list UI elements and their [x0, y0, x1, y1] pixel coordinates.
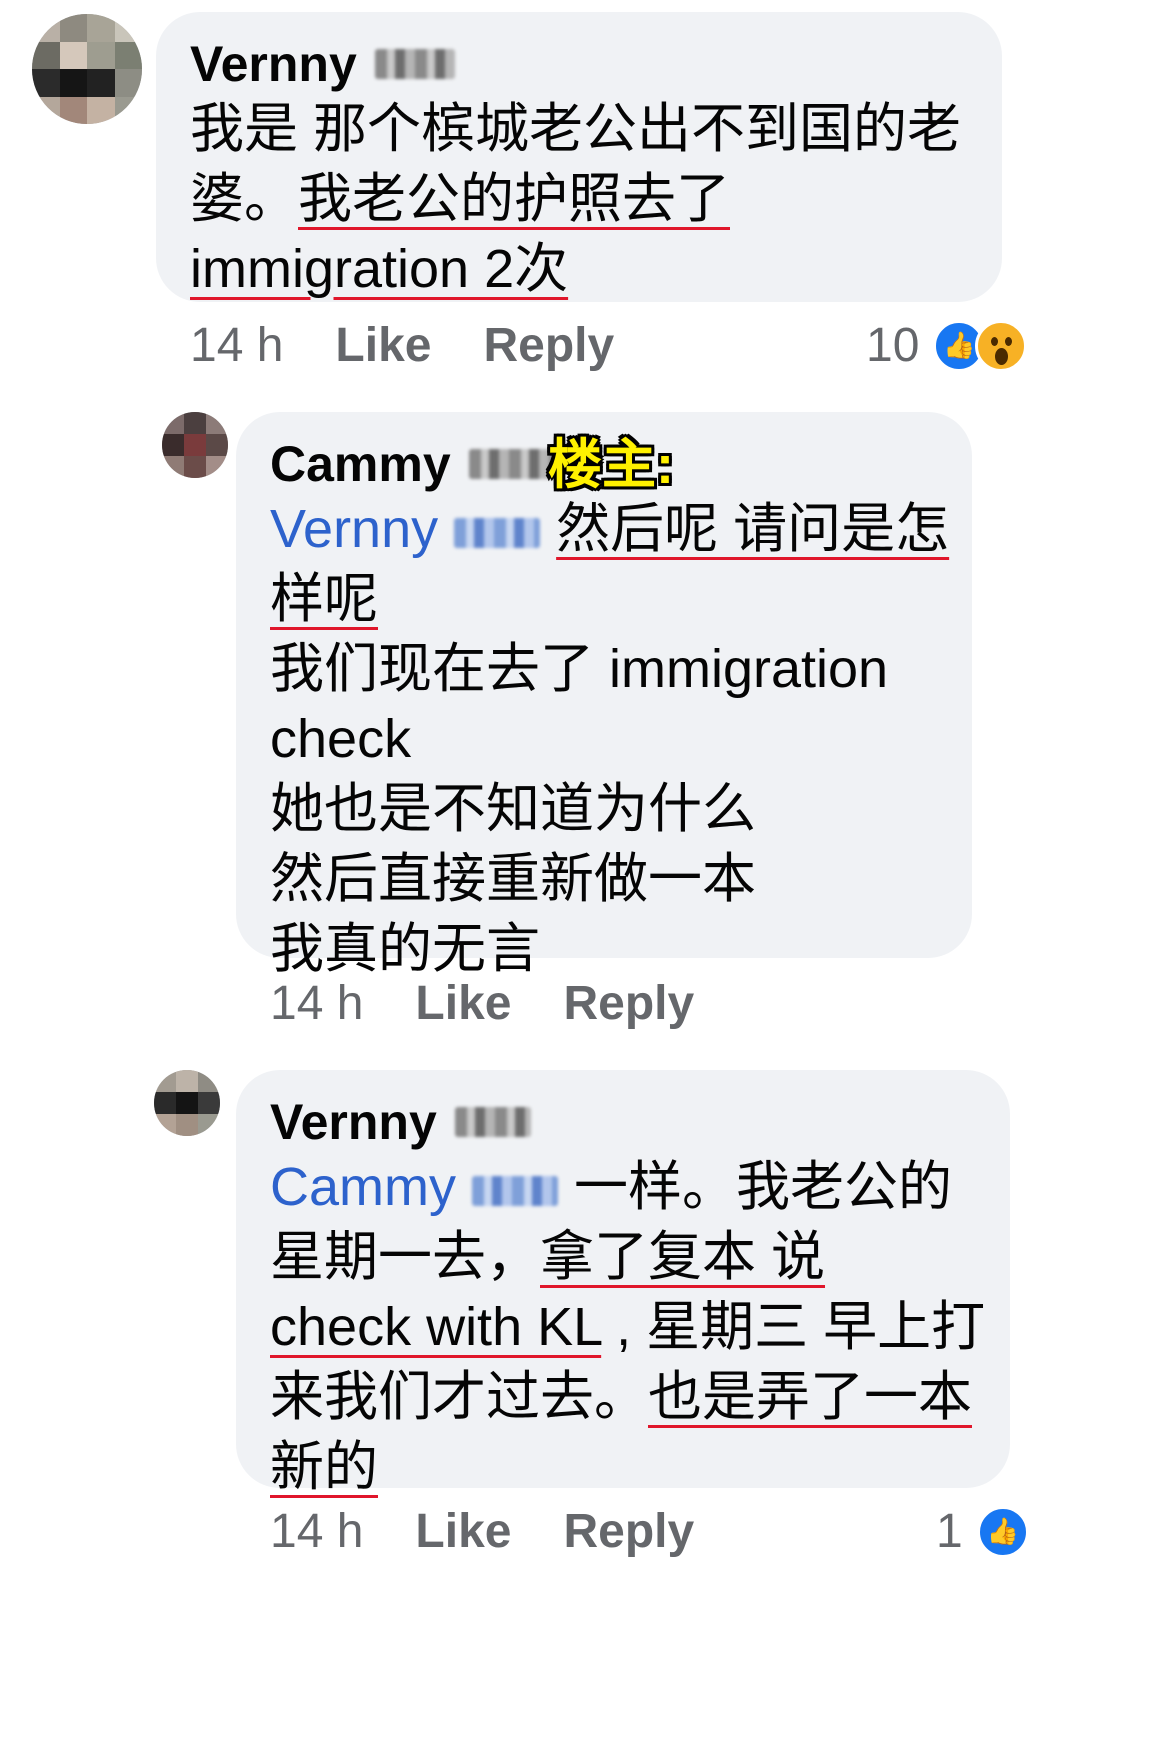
comment-actions: 14 h Like Reply: [190, 318, 666, 373]
avatar[interactable]: [162, 412, 228, 478]
text-segment: 星期一去，: [270, 1227, 540, 1287]
text-segment: 一样。我老公的: [574, 1157, 952, 1217]
redacted-surname: [374, 49, 455, 79]
comment-line: Vernny 然后呢 请问是怎: [270, 494, 972, 564]
comment-line: 样呢: [270, 564, 972, 634]
comment-text: Cammy 一样。我老公的 星期一去，拿了复本 说 check with KL , 星…: [270, 1152, 1010, 1502]
underlined-text: 我老公的护照去了: [298, 169, 730, 229]
underlined-text: 也是弄了一本: [648, 1367, 972, 1427]
text-segment: 我真的无言: [270, 919, 540, 979]
text-segment: 我们现在去了 immigration: [270, 639, 889, 699]
comment-line: check: [270, 704, 972, 774]
reaction-summary[interactable]: 10 👍: [866, 318, 1028, 373]
comment-text: Vernny 然后呢 请问是怎样呢我们现在去了 immigration check 她…: [270, 494, 972, 984]
underlined-text: check with KL: [270, 1297, 602, 1357]
reply-button[interactable]: Reply: [563, 1504, 694, 1559]
reaction-summary[interactable]: 1 👍: [936, 1504, 1029, 1559]
comment-line: 我是 那个槟城老公出不到国的老: [190, 94, 1002, 164]
comment-line: 然后直接重新做一本: [270, 844, 972, 914]
mention-link[interactable]: Vernny: [270, 499, 438, 559]
text-segment: 婆。: [190, 169, 298, 229]
like-button[interactable]: Like: [415, 976, 511, 1031]
comment-bubble: Vernny Cammy 一样。我老公的 星期一去，拿了复本 说 check with…: [236, 1070, 1010, 1497]
text-segment: 她也是不知道为什么: [270, 779, 756, 839]
comment-line: Cammy 一样。我老公的: [270, 1152, 1010, 1222]
underlined-text: 拿了复本 说: [540, 1227, 826, 1287]
comment-line: immigration 2次: [190, 234, 1002, 304]
text-segment: , 星期三 早上打: [601, 1297, 986, 1357]
comment-line: 我真的无言: [270, 914, 972, 984]
comment-line: 我们现在去了 immigration: [270, 634, 972, 704]
avatar[interactable]: [32, 14, 142, 124]
comment-timestamp[interactable]: 14 h: [270, 976, 363, 1031]
text-segment: 来我们才过去。: [270, 1367, 648, 1427]
like-button[interactable]: Like: [415, 1504, 511, 1559]
comment-timestamp[interactable]: 14 h: [270, 1504, 363, 1559]
redacted-mention-surname: [472, 1175, 558, 1206]
comment-actions: 14 h Like Reply: [270, 1504, 746, 1559]
comment-text: 我是 那个槟城老公出不到国的老 婆。我老公的护照去了 immigration 2次: [190, 94, 1002, 304]
like-button[interactable]: Like: [335, 318, 431, 373]
reaction-count: 10: [866, 319, 920, 372]
redacted-mention-surname: [454, 517, 541, 548]
underlined-text: 新的: [270, 1437, 378, 1497]
comment-line: 婆。我老公的护照去了: [190, 164, 1002, 234]
comment-timestamp[interactable]: 14 h: [190, 318, 283, 373]
comment-author[interactable]: Vernny: [190, 34, 1002, 94]
text-segment: 然后直接重新做一本: [270, 849, 756, 909]
reply-button[interactable]: Reply: [563, 976, 694, 1031]
comment-line: check with KL , 星期三 早上打: [270, 1292, 1010, 1362]
mention-link[interactable]: Cammy: [270, 1157, 456, 1217]
op-tag-annotation: 楼主:: [548, 435, 674, 495]
reaction-count: 1: [936, 1505, 963, 1558]
redacted-surname: [454, 1107, 531, 1137]
comment-actions: 14 h Like Reply: [270, 976, 746, 1031]
avatar[interactable]: [154, 1070, 220, 1136]
text-segment: 我是 那个槟城老公出不到国的老: [190, 99, 962, 159]
comment-line: 来我们才过去。也是弄了一本: [270, 1362, 1010, 1432]
like-icon: 👍: [976, 1505, 1029, 1558]
text-segment: check: [270, 709, 412, 769]
comment-author[interactable]: Vernny: [270, 1092, 1010, 1152]
underlined-text: immigration 2次: [190, 239, 569, 299]
underlined-text: 样呢: [270, 569, 378, 629]
underlined-text: 然后呢 请问是怎: [556, 499, 950, 559]
comment-bubble: Vernny 我是 那个槟城老公出不到国的老 婆。我老公的护照去了 immigrat…: [156, 12, 1002, 302]
comment-line: 星期一去，拿了复本 说: [270, 1222, 1010, 1292]
comment-line: 新的: [270, 1432, 1010, 1502]
redacted-surname: [468, 449, 555, 479]
comment-line: 她也是不知道为什么: [270, 774, 972, 844]
reply-button[interactable]: Reply: [483, 318, 614, 373]
wow-icon: [975, 319, 1028, 372]
